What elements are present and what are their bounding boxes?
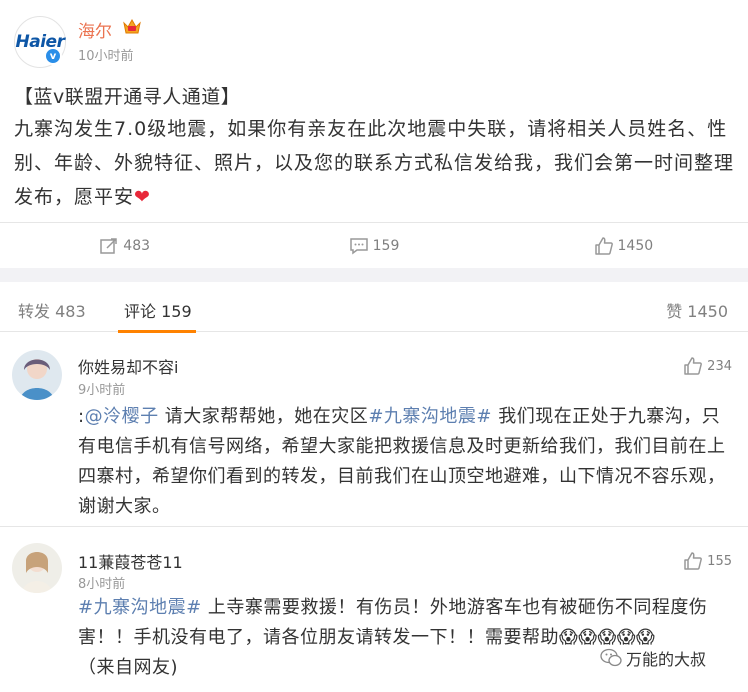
comment-icon [349, 237, 368, 254]
author-name[interactable]: 海尔 [78, 17, 112, 42]
commenter-name[interactable]: 11蒹葭苍苍11 [78, 549, 183, 573]
interaction-tabs: 转发 483 评论 159 赞 1450 [0, 282, 748, 333]
post-body: 九寨沟发生7.0级地震，如果你有亲友在此次地震中失联，请将相关人员姓名、性别、年… [14, 112, 734, 214]
tab-like[interactable]: 赞 1450 [666, 298, 728, 322]
commenter-avatar[interactable] [12, 350, 62, 400]
tab-repost[interactable]: 转发 483 [18, 298, 86, 322]
repost-button[interactable]: 483 [0, 223, 249, 268]
comment-text: :@泠樱子 请大家帮帮她，她在灾区#九寨沟地震# 我们现在正处于九寨沟，只有电信… [78, 402, 738, 522]
commenter-avatar[interactable] [12, 543, 62, 593]
post-time: 10小时前 [78, 49, 134, 64]
like-count: 1450 [617, 237, 654, 254]
comment-time: 9小时前 [78, 383, 126, 398]
heart-icon: ❤ [134, 186, 151, 208]
comment-count: 159 [372, 237, 400, 254]
repost-count: 483 [123, 237, 151, 254]
repost-icon [100, 237, 118, 254]
tab-comment[interactable]: 评论 159 [124, 298, 192, 322]
wechat-icon [600, 648, 622, 667]
watermark: 万能的大叔 [600, 646, 706, 670]
comment-like-button[interactable]: 234 [683, 356, 732, 376]
commenter-name[interactable]: 你姓易却不容i [78, 354, 178, 378]
thumbs-up-icon [684, 357, 703, 375]
comment-like-count: 155 [707, 553, 732, 569]
comment-like-button[interactable]: 155 [683, 551, 732, 571]
topic-link[interactable]: #九寨沟地震# [78, 597, 202, 618]
comment-item: 你姓易却不容i 9小时前 234 :@泠樱子 请大家帮帮她，她在灾区#九寨沟地震… [0, 332, 748, 527]
post-title: 【蓝v联盟开通寻人通道】 [14, 86, 241, 108]
watermark-text: 万能的大叔 [626, 650, 707, 669]
like-button[interactable]: 1450 [499, 223, 748, 268]
scream-emoji-icon: 😱😱😱😱😱 [559, 627, 656, 648]
thumbs-up-icon [684, 552, 703, 570]
section-divider [0, 268, 748, 282]
weibo-post: Haier v 海尔 10小时前 【蓝v联盟开通寻人通道】 九寨沟发生7.0级地… [0, 0, 748, 222]
mention-link[interactable]: @泠樱子 [85, 406, 159, 427]
action-bar: 483 159 1450 [0, 222, 748, 268]
comment-button[interactable]: 159 [249, 223, 498, 268]
topic-link[interactable]: #九寨沟地震# [368, 406, 492, 427]
comment-like-count: 234 [707, 358, 732, 374]
comment-text-a: 请大家帮帮她，她在灾区 [158, 406, 369, 427]
thumbs-up-icon [594, 236, 613, 255]
comment-source: （来自网友) [78, 657, 179, 678]
post-body-text: 九寨沟发生7.0级地震，如果你有亲友在此次地震中失联，请将相关人员姓名、性别、年… [14, 118, 735, 208]
verified-icon: v [44, 47, 62, 65]
comment-prefix: : [78, 406, 85, 427]
comment-time: 8小时前 [78, 577, 126, 592]
vip-crown-icon [123, 18, 141, 34]
